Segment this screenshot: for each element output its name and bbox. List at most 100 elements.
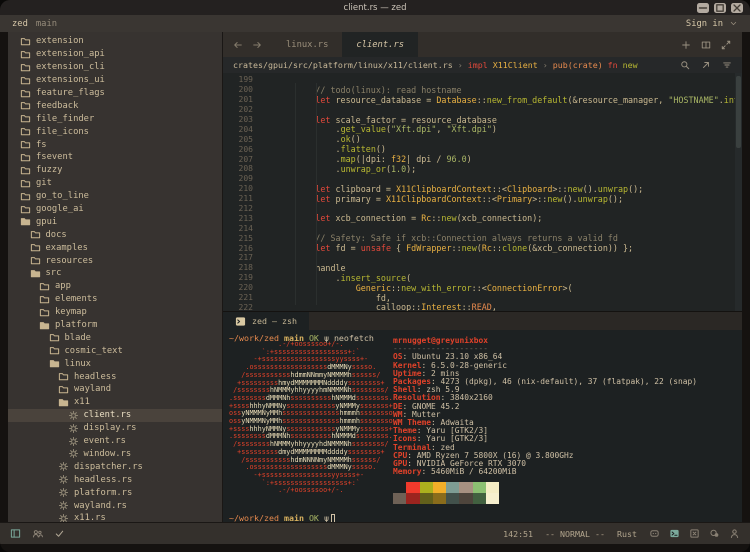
sidebar-item-file_icons[interactable]: file_icons [8, 125, 222, 138]
folder-icon [30, 242, 41, 253]
sidebar-item-feedback[interactable]: feedback [8, 99, 222, 112]
project-panel-toggle[interactable] [10, 528, 21, 539]
sidebar-item-extension_cli[interactable]: extension_cli [8, 61, 222, 74]
git-branch-button[interactable]: main [36, 19, 57, 29]
sidebar-item-elements[interactable]: elements [8, 293, 222, 306]
code-line: 210 let clipboard = X11ClipboardContext:… [223, 184, 742, 194]
project-panel[interactable]: extensionextension_apiextension_cliexten… [8, 32, 223, 522]
sidebar-item-resources[interactable]: resources [8, 254, 222, 267]
sidebar-item-extension[interactable]: extension [8, 35, 222, 48]
terminal-cursor [331, 514, 336, 522]
sidebar-item-wayland[interactable]: wayland [8, 383, 222, 396]
sidebar-item-file_finder[interactable]: file_finder [8, 112, 222, 125]
sidebar-item-label: window.rs [84, 449, 132, 459]
code-line: 219 .insert_source( [223, 273, 742, 283]
sidebar-item-platform-rs[interactable]: platform.rs [8, 486, 222, 499]
breadcrumb-segment: X11Client [488, 60, 538, 70]
sidebar-item-extension_api[interactable]: extension_api [8, 48, 222, 61]
sidebar-item-headless[interactable]: headless [8, 370, 222, 383]
project-name-button[interactable]: zed [12, 19, 28, 29]
split-pane-button[interactable] [701, 40, 711, 50]
filter-button[interactable] [722, 60, 732, 70]
terminal-panel-toggle[interactable] [669, 528, 680, 539]
vim-mode-indicator[interactable]: -- NORMAL -- [545, 529, 605, 539]
tab-linux-rs[interactable]: linux.rs [272, 32, 342, 57]
back-button[interactable] [233, 40, 243, 50]
new-button[interactable] [681, 40, 691, 50]
copilot-toggle[interactable] [649, 528, 660, 539]
sidebar-item-src[interactable]: src [8, 267, 222, 280]
sidebar-item-app[interactable]: app [8, 280, 222, 293]
chevron-down-icon[interactable] [729, 19, 738, 28]
sidebar-item-label: x11.rs [74, 513, 106, 522]
rust-file-icon [68, 410, 79, 421]
code-editor[interactable]: 199200 // todo(linux): read hostname201 … [223, 73, 742, 311]
sidebar-item-label: keymap [55, 307, 87, 317]
editor-scrollbar[interactable] [735, 73, 742, 311]
sidebar-item-client-rs[interactable]: client.rs [8, 409, 222, 422]
nav-history [223, 32, 272, 57]
sidebar-item-gpui[interactable]: gpui [8, 215, 222, 228]
diagnostics-check-toggle[interactable] [54, 528, 65, 539]
search-button[interactable] [680, 60, 690, 70]
sidebar-item-event-rs[interactable]: event.rs [8, 435, 222, 448]
code-line: 213 let xcb_connection = Rc::new(xcb_con… [223, 213, 742, 223]
sidebar-item-keymap[interactable]: keymap [8, 306, 222, 319]
code-line: 211 let primary = X11ClipboardContext::<… [223, 194, 742, 204]
forward-button[interactable] [252, 40, 262, 50]
palette-block [486, 482, 499, 493]
sidebar-item-label: wayland.rs [74, 501, 127, 511]
sidebar-item-extensions_ui[interactable]: extensions_ui [8, 74, 222, 87]
contacts-toggle[interactable] [729, 528, 740, 539]
folder-icon [20, 139, 31, 150]
sidebar-item-dispatcher-rs[interactable]: dispatcher.rs [8, 460, 222, 473]
sidebar-item-git[interactable]: git [8, 177, 222, 190]
sidebar-item-wayland-rs[interactable]: wayland.rs [8, 499, 222, 512]
sidebar-item-linux[interactable]: linux [8, 357, 222, 370]
sidebar-item-google_ai[interactable]: google_ai [8, 203, 222, 216]
breadcrumb-actions [680, 60, 732, 70]
assistant-icon [689, 528, 700, 539]
scrollbar-thumb[interactable] [736, 76, 741, 148]
sidebar-item-feature_flags[interactable]: feature_flags [8, 87, 222, 100]
breadcrumb[interactable]: crates/gpui/src/platform/linux/x11/clien… [223, 57, 742, 73]
sign-in-button[interactable]: Sign in [686, 19, 723, 29]
screen-share-toggle[interactable] [709, 528, 720, 539]
line-number: 221 [223, 293, 253, 302]
window-minimize-button[interactable] [697, 3, 709, 13]
language-selector[interactable]: Rust [617, 529, 637, 539]
tab-client-rs[interactable]: client.rs [342, 32, 418, 57]
sidebar-item-label: google_ai [36, 204, 84, 214]
window-close-button[interactable] [731, 3, 743, 13]
sidebar-item-label: platform.rs [74, 488, 132, 498]
folder-icon [39, 294, 50, 305]
folder-icon [49, 345, 60, 356]
sidebar-item-x11-rs[interactable]: x11.rs [8, 512, 222, 522]
breadcrumb-segment: new [618, 60, 638, 70]
assistant-toggle[interactable] [689, 528, 700, 539]
sidebar-item-display-rs[interactable]: display.rs [8, 422, 222, 435]
terminal-tab[interactable]: zed — zsh [223, 312, 309, 330]
sidebar-item-examples[interactable]: examples [8, 241, 222, 254]
go-to-definition-button[interactable] [701, 60, 711, 70]
sidebar-item-platform[interactable]: platform [8, 319, 222, 332]
sidebar-item-fuzzy[interactable]: fuzzy [8, 164, 222, 177]
line-number: 205 [223, 135, 253, 144]
sidebar-item-window-rs[interactable]: window.rs [8, 448, 222, 461]
sidebar-item-label: feature_flags [36, 88, 105, 98]
sidebar-item-go_to_line[interactable]: go_to_line [8, 190, 222, 203]
sidebar-item-docs[interactable]: docs [8, 228, 222, 241]
main-area: extensionextension_apiextension_cliexten… [8, 32, 742, 522]
sidebar-item-headless-rs[interactable]: headless.rs [8, 473, 222, 486]
terminal-output[interactable]: ~/work/zed main OK ψ neofetch .-/+oossss… [223, 330, 742, 522]
sidebar-item-fsevent[interactable]: fsevent [8, 151, 222, 164]
collab-panel-toggle[interactable] [32, 528, 43, 539]
code-line: 222 calloop::Interest::READ, [223, 302, 742, 311]
sidebar-item-fs[interactable]: fs [8, 138, 222, 151]
window-maximize-button[interactable] [714, 3, 726, 13]
zoom-button[interactable] [721, 40, 731, 50]
sidebar-item-x11[interactable]: x11 [8, 396, 222, 409]
sidebar-item-blade[interactable]: blade [8, 331, 222, 344]
cursor-position[interactable]: 142:51 [503, 529, 533, 539]
sidebar-item-cosmic_text[interactable]: cosmic_text [8, 344, 222, 357]
